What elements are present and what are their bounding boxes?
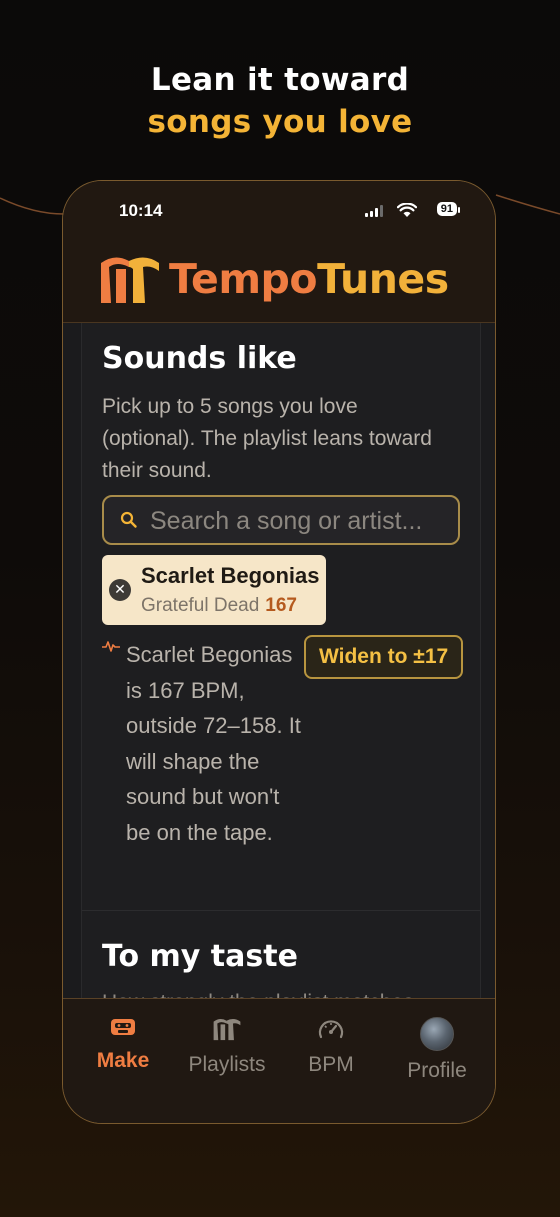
status-bar: 10:14 91	[63, 201, 495, 223]
cassette-icon	[111, 1019, 135, 1035]
song-search-box[interactable]	[102, 495, 460, 545]
tab-bpm[interactable]: BPM	[281, 1017, 381, 1077]
app-header: 10:14 91 TempoTunes	[63, 181, 495, 323]
app-logo: TempoTunes	[99, 253, 449, 305]
to-my-taste-title: To my taste	[102, 939, 298, 974]
tempotunes-logo-icon	[101, 257, 159, 303]
sounds-like-description: Pick up to 5 songs you love (optional). …	[102, 395, 432, 482]
tab-make-label: Make	[96, 1049, 150, 1072]
selected-song-bpm: 167	[265, 595, 297, 616]
tab-bpm-label: BPM	[308, 1053, 354, 1076]
logo-icon	[213, 1019, 241, 1041]
search-icon	[120, 511, 137, 528]
logo-text-tunes: Tunes	[317, 255, 449, 303]
tab-profile-label: Profile	[407, 1059, 467, 1082]
sounds-like-title: Sounds like	[102, 341, 297, 376]
selected-song-artist: Grateful Dead	[141, 595, 260, 616]
wifi-icon	[397, 203, 417, 217]
bottom-tab-bar: Make Playlists BPM Profile	[63, 998, 495, 1123]
tab-playlists[interactable]: Playlists	[177, 1017, 277, 1077]
cellular-signal-icon	[365, 205, 383, 217]
section-divider	[82, 910, 480, 911]
headline-line-2: songs you love	[147, 104, 413, 140]
logo-text-tempo: Tempo	[169, 255, 318, 303]
tab-profile[interactable]: Profile	[387, 1017, 487, 1083]
selected-song-meta: Grateful Dead 167	[141, 595, 297, 617]
speedometer-icon	[318, 1020, 344, 1039]
remove-song-button[interactable]: ✕	[109, 579, 131, 601]
pulse-warning-icon	[102, 641, 120, 652]
tab-make[interactable]: Make	[73, 1017, 173, 1073]
status-time: 10:14	[119, 201, 163, 220]
widen-range-button[interactable]: Widen to ±17	[304, 635, 464, 679]
phone-frame: 10:14 91 TempoTunes Sounds like Pick up …	[62, 180, 496, 1124]
headline-line-1: Lean it toward	[150, 62, 410, 98]
bpm-warning-text: Scarlet Begonias is 167 BPM, outside 72–…	[126, 642, 301, 845]
selected-song-title: Scarlet Begonias	[141, 563, 320, 588]
battery-indicator: 91	[436, 202, 461, 216]
tab-playlists-label: Playlists	[188, 1053, 266, 1076]
song-search-input[interactable]	[148, 501, 452, 541]
avatar	[420, 1017, 454, 1051]
selected-song-chip: ✕ Scarlet Begonias Grateful Dead 167	[102, 555, 326, 625]
